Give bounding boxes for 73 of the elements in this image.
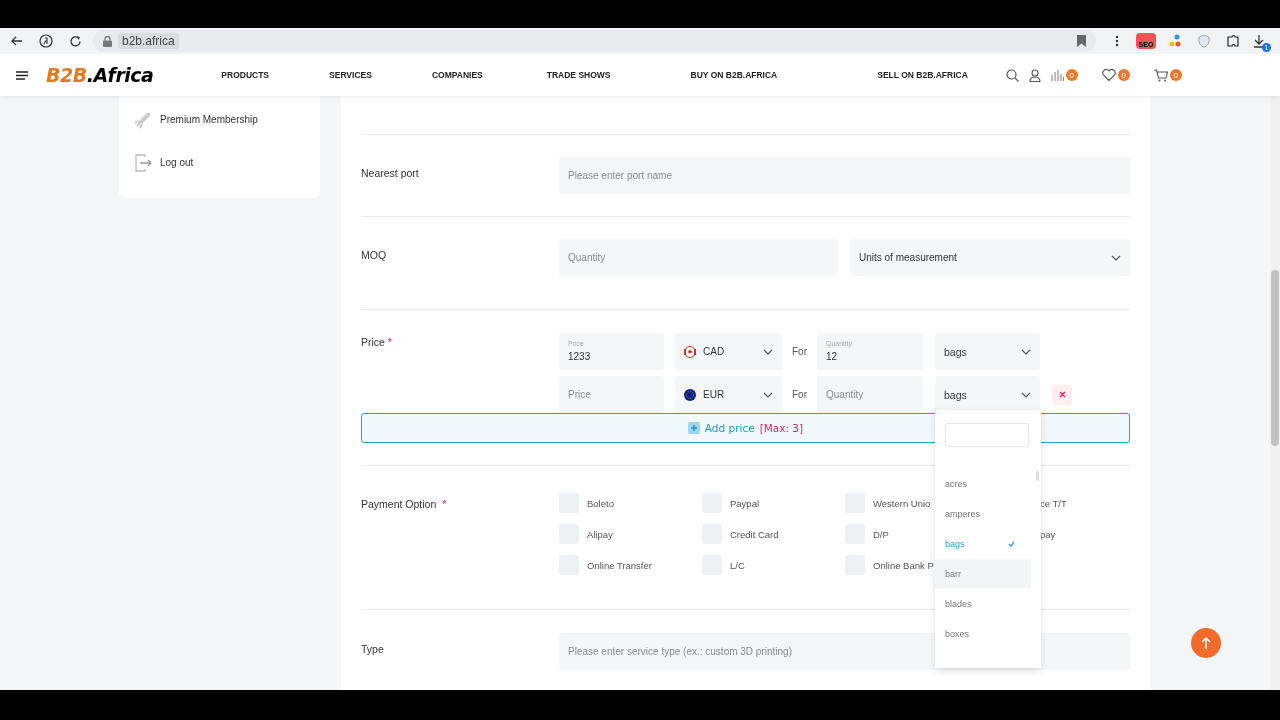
- heart-icon[interactable]: [1101, 69, 1116, 81]
- scroll-top-button[interactable]: [1191, 628, 1221, 658]
- option-label: L/C: [730, 559, 745, 571]
- search-field[interactable]: [945, 423, 1029, 447]
- for-label: For: [792, 389, 807, 400]
- for-label: For: [792, 346, 807, 357]
- quantity-field[interactable]: Quantity: [559, 239, 838, 276]
- quantity-field[interactable]: Quantity: [817, 376, 923, 413]
- site-logo[interactable]: B2B.Africa: [46, 64, 154, 86]
- reload-icon[interactable]: [68, 34, 82, 48]
- plus-icon: [687, 422, 700, 434]
- option-label: Alipay: [587, 528, 613, 540]
- chevron-icon: [763, 348, 773, 355]
- field-label: Payment Option *: [361, 497, 448, 512]
- dropdown-option[interactable]: barr: [935, 559, 1031, 589]
- address-bar[interactable]: b2b.africa: [93, 30, 1096, 52]
- dropdown-option[interactable]: blades: [935, 589, 1031, 619]
- field-label: Type: [361, 642, 385, 657]
- nav-link[interactable]: SERVICES: [329, 70, 372, 80]
- scrollbar-thumb[interactable]: [1036, 471, 1039, 481]
- dots-extension-icon[interactable]: [1168, 34, 1182, 48]
- chevron-icon: [1021, 391, 1031, 398]
- remove-button[interactable]: [1052, 384, 1072, 405]
- nav-link[interactable]: COMPANIES: [431, 70, 483, 80]
- option-label: Boleto: [587, 497, 614, 509]
- chevron-icon: [763, 391, 773, 398]
- price-field[interactable]: Price: [559, 376, 664, 413]
- option-label: Online Bank P: [873, 559, 934, 571]
- puzzle-icon[interactable]: [1226, 34, 1240, 48]
- bookmark-icon[interactable]: [1077, 35, 1086, 47]
- nav-link[interactable]: TRADE SHOWS: [546, 70, 611, 80]
- chevron-icon: [1111, 254, 1121, 261]
- chevron-icon: [1021, 348, 1031, 355]
- port-field[interactable]: Please enter port name: [559, 157, 1130, 194]
- field-label: Nearest port: [361, 166, 420, 181]
- option-label: pay: [1040, 528, 1056, 540]
- nav-link[interactable]: SELL ON B2B.AFRICA: [877, 70, 968, 80]
- option-label: D/P: [873, 528, 889, 540]
- search-icon[interactable]: [1005, 68, 1019, 82]
- scrollbar-thumb[interactable]: [1271, 270, 1279, 446]
- user-icon[interactable]: [1028, 68, 1041, 82]
- back-icon[interactable]: [11, 35, 23, 47]
- dropdown-option[interactable]: amperes: [935, 499, 1031, 529]
- sidebar-item[interactable]: Log out: [133, 141, 320, 184]
- option-label: Credit Card: [730, 528, 779, 540]
- menu-icon[interactable]: [16, 70, 28, 80]
- option-label: Online Transfer: [587, 559, 652, 571]
- arrow-up-icon: [1201, 637, 1211, 649]
- cart-count: 0: [1169, 69, 1182, 81]
- wishlist-count: 0: [1117, 69, 1130, 81]
- bar-chart-icon[interactable]: [1050, 69, 1064, 81]
- option-label: Western Unio: [873, 497, 931, 509]
- close-icon: [1058, 391, 1066, 398]
- nav-link[interactable]: BUY ON B2B.AFRICA: [690, 70, 778, 80]
- currency-select[interactable]: EUR: [675, 376, 782, 413]
- lock-icon: [103, 35, 112, 47]
- sidebar-item[interactable]: Premium Membership: [133, 98, 320, 141]
- eu-flag-icon: [684, 388, 696, 401]
- check-icon: [1008, 541, 1015, 547]
- nav-link[interactable]: PRODUCTS: [221, 70, 270, 80]
- menu-icon[interactable]: [1115, 35, 1119, 47]
- currency-select[interactable]: CAD: [675, 333, 782, 370]
- logout-icon: [133, 152, 153, 173]
- field-label: MOQ: [361, 248, 388, 263]
- shield-icon[interactable]: [1198, 34, 1210, 48]
- option-label: Paypal: [730, 497, 760, 509]
- cart-icon[interactable]: [1153, 68, 1168, 82]
- field-label: Price *: [361, 335, 393, 350]
- dropdown-option[interactable]: acres: [935, 469, 1031, 499]
- units-select[interactable]: Units of measurement: [850, 239, 1130, 276]
- canada-flag-icon: [684, 345, 696, 358]
- compare-count: 0: [1065, 69, 1078, 81]
- unit-select[interactable]: bags: [935, 333, 1040, 370]
